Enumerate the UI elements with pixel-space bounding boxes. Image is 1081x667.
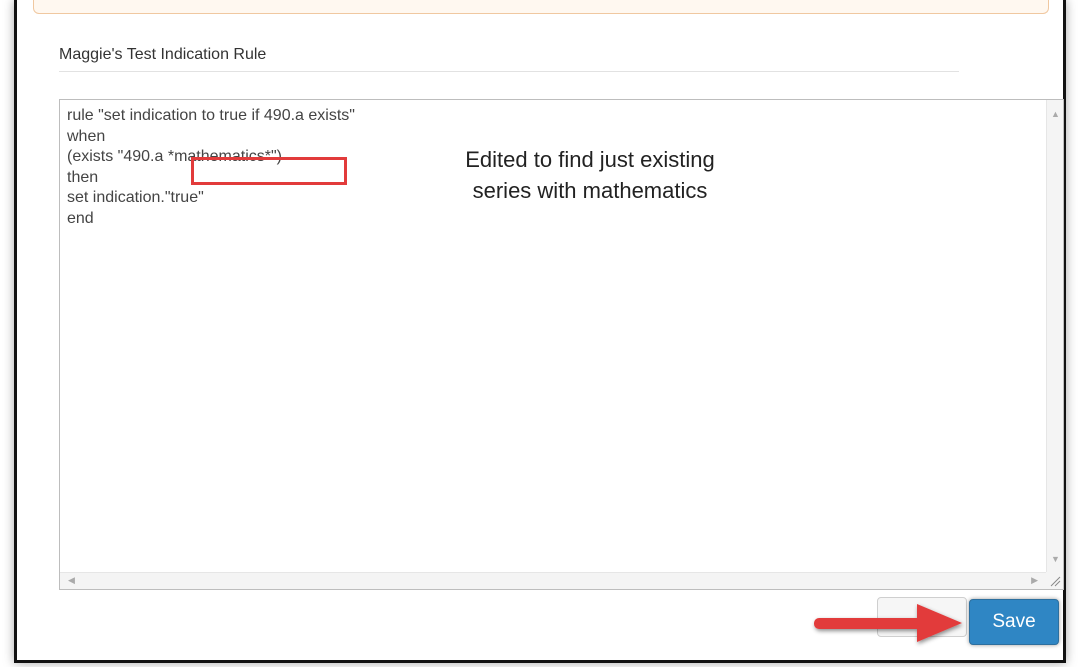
alert-banner-edge bbox=[33, 0, 1049, 14]
horizontal-scrollbar[interactable]: ◀ ▶ bbox=[60, 572, 1046, 589]
scroll-up-icon[interactable]: ▲ bbox=[1051, 110, 1060, 119]
annotation-line: series with mathematics bbox=[472, 178, 708, 203]
code-line: then bbox=[67, 168, 99, 186]
scroll-right-icon[interactable]: ▶ bbox=[1031, 576, 1038, 585]
code-line: set indication."true" bbox=[67, 189, 204, 206]
save-button[interactable]: Save bbox=[969, 599, 1059, 645]
scroll-down-icon[interactable]: ▼ bbox=[1051, 555, 1060, 564]
dialog-frame: Maggie's Test Indication Rule rule "set … bbox=[14, 0, 1066, 663]
scroll-left-icon[interactable]: ◀ bbox=[68, 576, 75, 585]
rule-title: Maggie's Test Indication Rule bbox=[59, 46, 267, 63]
code-line: end bbox=[67, 209, 94, 227]
vertical-scrollbar[interactable]: ▲ ▼ bbox=[1046, 100, 1063, 572]
title-divider bbox=[59, 71, 959, 72]
right-arrow-icon bbox=[814, 604, 962, 642]
annotation-line: Edited to find just existing bbox=[465, 147, 715, 172]
resize-grip-icon[interactable] bbox=[1046, 572, 1063, 589]
rule-editor-textarea[interactable]: rule "set indication to true if 490.a ex… bbox=[59, 99, 1064, 590]
code-line: when bbox=[67, 127, 106, 145]
annotation-callout: Edited to find just existing series with… bbox=[420, 144, 760, 206]
code-line: rule "set indication to true if 490.a ex… bbox=[67, 107, 355, 124]
mathematics-highlight-box bbox=[191, 157, 347, 185]
